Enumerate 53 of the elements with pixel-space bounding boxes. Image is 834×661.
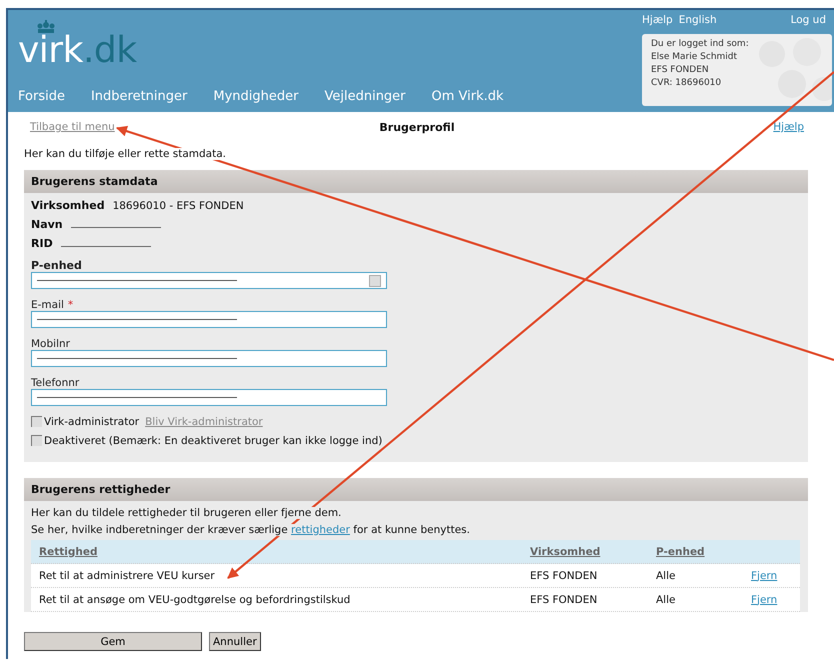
logout-link[interactable]: Log ud [790, 14, 826, 26]
section-header: Brugerens rettigheder [24, 478, 808, 501]
nav-link[interactable]: Forside [18, 89, 65, 104]
nav-link[interactable]: Vejledninger [324, 89, 406, 104]
table-cell-text: EFS FONDEN [530, 570, 598, 582]
column-header[interactable]: Rettighed [39, 546, 530, 558]
fact-label: Navn [31, 218, 63, 231]
checkbox-label: Virk-administrator [44, 416, 140, 428]
table-cell-text: Ret til at administrere VEU kurser [39, 570, 216, 582]
fact-value: 18696010 - EFS FONDEN [112, 200, 244, 212]
login-info-text: CVR: 18696010 [651, 78, 722, 88]
table-cell-text: EFS FONDEN [530, 594, 598, 606]
field-label: Mobilnr [31, 338, 70, 350]
remove-link[interactable]: Fjern [751, 594, 800, 606]
nav-link[interactable]: Om Virk.dk [432, 89, 504, 104]
field-label: E-mail [31, 299, 64, 311]
column-header[interactable]: P-enhed [656, 546, 751, 558]
save-button[interactable]: Gem [24, 632, 202, 651]
rights-intro-text: Her kan du tildele rettigheder til brugeren eller fjerne dem. [31, 507, 342, 519]
field-label: P-enhed [31, 259, 82, 272]
top-link[interactable]: Hjælp [642, 14, 673, 26]
checkbox-label: Deaktiveret (Bemærk: En deaktiveret bruger kan ikke logge ind) [44, 434, 382, 446]
nav-link[interactable]: Myndigheder [213, 89, 298, 104]
checkbox[interactable] [31, 435, 42, 446]
table-cell-text: Alle [656, 570, 676, 582]
login-info-text: Du er logget ind som: [651, 39, 750, 49]
required-marker: * [68, 299, 74, 311]
fact-label: RID [31, 237, 53, 250]
site-logo[interactable]: virk.dk [18, 20, 504, 68]
table-cell-text: Alle [656, 594, 676, 606]
input-field[interactable] [31, 389, 387, 406]
checkbox[interactable] [31, 416, 42, 427]
admin-link[interactable]: Bliv Virk-administrator [145, 416, 263, 428]
top-link[interactable]: English [678, 14, 717, 26]
remove-link[interactable]: Fjern [751, 570, 800, 582]
field-label: Telefonnr [31, 377, 80, 389]
back-link[interactable]: Tilbage til menu [30, 121, 115, 134]
page-title: Brugerprofil [379, 121, 455, 134]
cancel-button[interactable]: Annuller [209, 632, 261, 651]
rights-link[interactable]: rettigheder [291, 524, 350, 536]
login-info-text: EFS FONDEN [651, 65, 710, 75]
login-info-text: Else Marie Schmidt [651, 52, 738, 62]
fact-label: Virksomhed [31, 199, 105, 212]
input-field[interactable] [31, 311, 387, 328]
input-field[interactable] [31, 350, 387, 367]
section-header: Brugerens stamdata [24, 170, 808, 193]
help-link[interactable]: Hjælp [773, 121, 804, 134]
intro-text: Her kan du tilføje eller rette stamdata. [24, 148, 226, 160]
rights-note-text: Se her, hvilke indberetninger der kræver særlige rettigheder for at kunne benyttes. [31, 524, 470, 536]
column-header[interactable]: Virksomhed [530, 546, 656, 558]
nav-link[interactable]: Indberetninger [90, 89, 188, 104]
table-cell-text: Ret til at ansøge om VEU-godtgørelse og befordringstilskud [39, 594, 352, 606]
dropdown-field[interactable] [31, 272, 387, 289]
